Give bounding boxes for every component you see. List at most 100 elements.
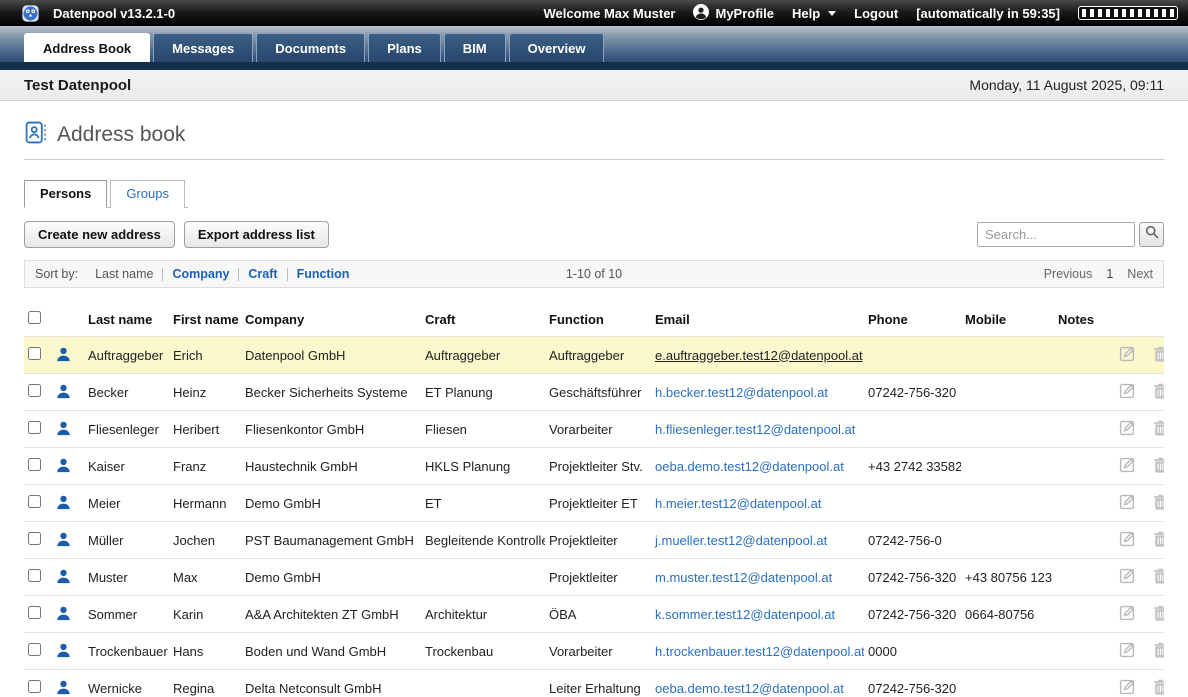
cell-function: Projektleiter [545, 522, 651, 559]
delete-icon[interactable] [1153, 642, 1164, 661]
email-link[interactable]: m.muster.test12@datenpool.at [655, 570, 832, 585]
export-address-list-button[interactable]: Export address list [184, 221, 329, 248]
edit-icon[interactable] [1119, 382, 1136, 402]
edit-icon[interactable] [1119, 493, 1136, 513]
email-link[interactable]: oeba.demo.test12@datenpool.at [655, 681, 844, 696]
nav-tab[interactable]: Overview [509, 33, 605, 62]
content-tab[interactable]: Persons [24, 180, 107, 208]
sort-option[interactable]: Company [162, 268, 238, 281]
email-link[interactable]: h.meier.test12@datenpool.at [655, 496, 821, 511]
table-header: Last name First name Company Craft Funct… [24, 302, 1164, 337]
cell-first-name: Karin [169, 596, 241, 633]
cell-mobile [961, 633, 1054, 670]
cell-craft: Fliesen [421, 411, 545, 448]
cell-notes [1054, 559, 1102, 596]
search-input[interactable] [977, 222, 1135, 247]
cell-craft: Begleitende Kontrolle [421, 522, 545, 559]
person-icon [56, 424, 71, 439]
row-checkbox[interactable] [28, 347, 41, 360]
email-link[interactable]: j.mueller.test12@datenpool.at [655, 533, 827, 548]
delete-icon[interactable] [1153, 568, 1164, 587]
nav-tab[interactable]: Plans [368, 33, 441, 62]
email-link[interactable]: h.fliesenleger.test12@datenpool.at [655, 422, 855, 437]
page-number[interactable]: 1 [1106, 267, 1113, 281]
col-email: Email [651, 302, 864, 337]
edit-icon[interactable] [1119, 641, 1136, 661]
content-tabs: PersonsGroups [24, 180, 188, 208]
delete-icon[interactable] [1153, 531, 1164, 550]
edit-icon[interactable] [1119, 530, 1136, 550]
sort-option[interactable]: Last name [86, 268, 162, 281]
nav-tab[interactable]: BIM [444, 33, 506, 62]
row-checkbox[interactable] [28, 569, 41, 582]
row-checkbox[interactable] [28, 532, 41, 545]
email-link[interactable]: h.trockenbauer.test12@datenpool.at [655, 644, 864, 659]
email-link[interactable]: h.becker.test12@datenpool.at [655, 385, 828, 400]
create-new-address-button[interactable]: Create new address [24, 221, 175, 248]
row-checkbox[interactable] [28, 643, 41, 656]
table-row: Müller Jochen PST Baumanagement GmbH Beg… [24, 522, 1164, 559]
delete-icon[interactable] [1153, 679, 1164, 697]
content-tab[interactable]: Groups [110, 180, 185, 208]
cell-notes [1054, 633, 1102, 670]
select-all-checkbox[interactable] [28, 311, 41, 324]
table-row: Kaiser Franz Haustechnik GmbH HKLS Planu… [24, 448, 1164, 485]
delete-icon[interactable] [1153, 494, 1164, 513]
top-pagination: Previous 1 Next [1044, 267, 1153, 281]
nav-tab[interactable]: Address Book [24, 33, 150, 62]
next-link[interactable]: Next [1127, 267, 1153, 281]
edit-icon[interactable] [1119, 678, 1136, 697]
edit-icon[interactable] [1119, 345, 1136, 365]
edit-icon[interactable] [1119, 419, 1136, 439]
person-icon [56, 609, 71, 624]
cell-email: h.trockenbauer.test12@datenpool.at [651, 633, 864, 670]
cell-last-name: Sommer [84, 596, 169, 633]
col-mobile: Mobile [961, 302, 1054, 337]
cell-email: h.meier.test12@datenpool.at [651, 485, 864, 522]
cell-first-name: Hermann [169, 485, 241, 522]
delete-icon[interactable] [1153, 346, 1164, 365]
col-craft: Craft [421, 302, 545, 337]
caret-down-icon [828, 11, 836, 16]
cell-first-name: Jochen [169, 522, 241, 559]
edit-icon[interactable] [1119, 604, 1136, 624]
cell-function: Auftraggeber [545, 337, 651, 374]
cell-notes [1054, 596, 1102, 633]
cell-email: h.fliesenleger.test12@datenpool.at [651, 411, 864, 448]
row-checkbox[interactable] [28, 680, 41, 693]
help-menu[interactable]: Help [792, 6, 836, 21]
delete-icon[interactable] [1153, 457, 1164, 476]
email-link[interactable]: e.auftraggeber.test12@datenpool.at [655, 348, 863, 363]
person-icon [56, 646, 71, 661]
cell-first-name: Heinz [169, 374, 241, 411]
row-checkbox[interactable] [28, 606, 41, 619]
myprofile-link[interactable]: MyProfile [693, 4, 774, 23]
cell-first-name: Franz [169, 448, 241, 485]
delete-icon[interactable] [1153, 605, 1164, 624]
row-checkbox[interactable] [28, 384, 41, 397]
sort-option[interactable]: Craft [238, 268, 286, 281]
nav-tab[interactable]: Documents [256, 33, 365, 62]
cell-mobile [961, 670, 1054, 697]
row-checkbox[interactable] [28, 421, 41, 434]
delete-icon[interactable] [1153, 420, 1164, 439]
sort-option[interactable]: Function [287, 268, 359, 281]
search-button[interactable] [1139, 222, 1164, 247]
email-link[interactable]: oeba.demo.test12@datenpool.at [655, 459, 844, 474]
row-checkbox[interactable] [28, 495, 41, 508]
sort-by-label: Sort by: [35, 267, 78, 281]
cell-craft [421, 559, 545, 596]
edit-icon[interactable] [1119, 456, 1136, 476]
row-checkbox[interactable] [28, 458, 41, 471]
previous-link[interactable]: Previous [1044, 267, 1093, 281]
cell-phone [864, 337, 961, 374]
delete-icon[interactable] [1153, 383, 1164, 402]
edit-icon[interactable] [1119, 567, 1136, 587]
email-link[interactable]: k.sommer.test12@datenpool.at [655, 607, 835, 622]
logout-link[interactable]: Logout [854, 6, 898, 21]
cell-email: e.auftraggeber.test12@datenpool.at [651, 337, 864, 374]
nav-tab[interactable]: Messages [153, 33, 253, 62]
cell-company: Becker Sicherheits Systeme [241, 374, 421, 411]
cell-first-name: Erich [169, 337, 241, 374]
cell-mobile [961, 337, 1054, 374]
